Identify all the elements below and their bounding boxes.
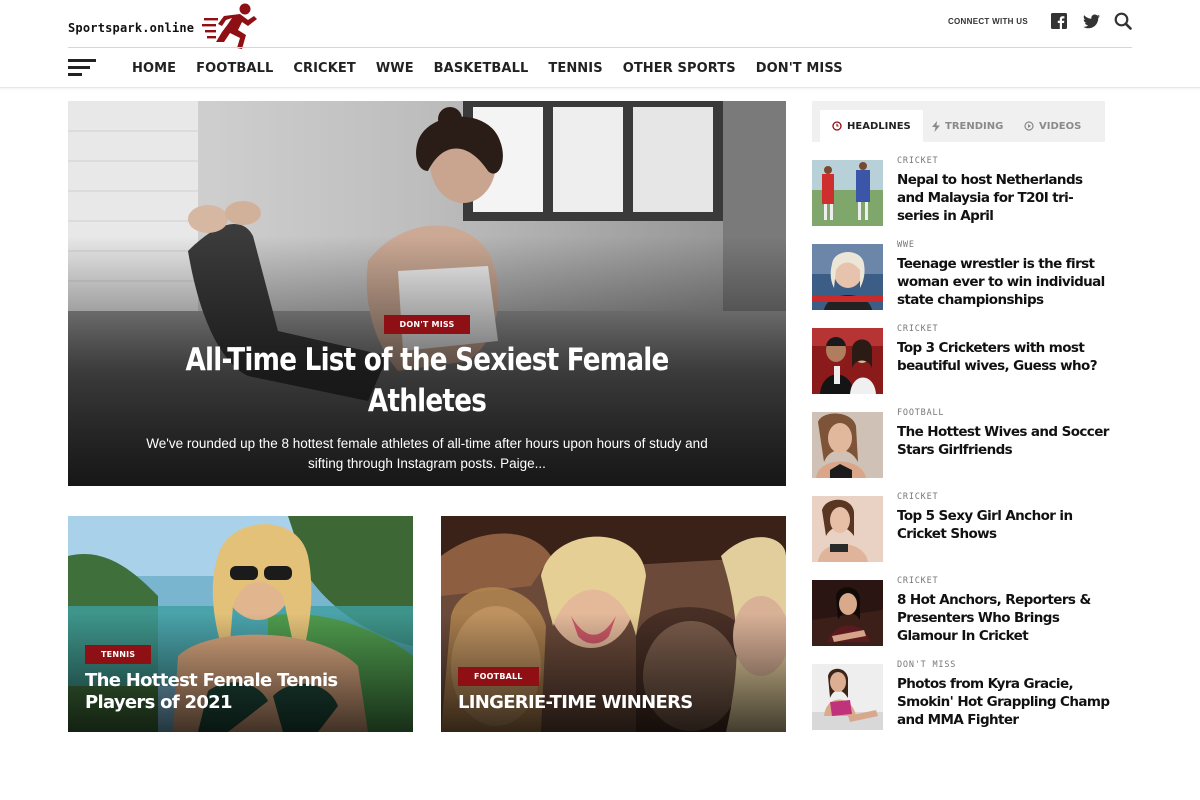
list-item-thumbnail: [812, 496, 883, 562]
list-item-title[interactable]: Top 5 Sexy Girl Anchor in Cricket Shows: [897, 507, 1112, 543]
list-item-text: DON'T MISS Photos from Kyra Gracie, Smok…: [897, 659, 1112, 729]
featured-category-badge[interactable]: DON'T MISS: [383, 315, 471, 334]
nav-item-dont-miss[interactable]: DON'T MISS: [746, 61, 853, 76]
list-item-text: CRICKET 8 Hot Anchors, Reporters & Prese…: [897, 575, 1112, 645]
story-card-title[interactable]: LINGERIE-TIME WINNERS: [458, 692, 769, 714]
facebook-icon[interactable]: [1050, 12, 1068, 30]
list-item-category: WWE: [897, 240, 915, 250]
list-item-category: DON'T MISS: [897, 660, 957, 670]
list-item[interactable]: DON'T MISS Photos from Kyra Gracie, Smok…: [812, 659, 1112, 733]
twitter-icon[interactable]: [1082, 12, 1100, 30]
site-logo[interactable]: Sportspark.online: [68, 3, 257, 52]
featured-story[interactable]: DON'T MISS All-Time List of the Sexiest …: [68, 101, 786, 486]
list-item-text: FOOTBALL The Hottest Wives and Soccer St…: [897, 407, 1112, 459]
hamburger-menu-icon[interactable]: [68, 59, 96, 77]
list-item-thumbnail: [812, 160, 883, 226]
list-item-thumbnail: [812, 412, 883, 478]
tab-label: VIDEOS: [1039, 120, 1082, 132]
tab-headlines[interactable]: HEADLINES: [820, 110, 923, 142]
list-item-title[interactable]: Top 3 Cricketers with most beautiful wiv…: [897, 339, 1112, 375]
main-nav: HOME FOOTBALL CRICKET WWE BASKETBALL TEN…: [0, 48, 1200, 88]
story-card-tennis[interactable]: TENNIS The Hottest Female Tennis Players…: [68, 516, 413, 732]
list-item[interactable]: CRICKET Nepal to host Netherlands and Ma…: [812, 155, 1112, 229]
list-item-title[interactable]: Nepal to host Netherlands and Malaysia f…: [897, 171, 1112, 225]
list-item-text: CRICKET Top 5 Sexy Girl Anchor in Cricke…: [897, 491, 1112, 543]
featured-story-content: DON'T MISS All-Time List of the Sexiest …: [68, 314, 786, 474]
sidebar-tabs: HEADLINES TRENDING VIDEOS: [812, 101, 1105, 142]
bolt-icon: [932, 120, 940, 132]
nav-item-football[interactable]: FOOTBALL: [186, 61, 283, 76]
story-card-category-badge[interactable]: TENNIS: [85, 645, 152, 664]
nav-item-home[interactable]: HOME: [122, 61, 186, 76]
list-item[interactable]: CRICKET Top 5 Sexy Girl Anchor in Cricke…: [812, 491, 1112, 565]
list-item-text: CRICKET Top 3 Cricketers with most beaut…: [897, 323, 1112, 375]
nav-item-cricket[interactable]: CRICKET: [283, 61, 365, 76]
list-item-thumbnail: [812, 580, 883, 646]
header-social: CONNECT WITH US: [948, 12, 1132, 30]
story-card-category-badge[interactable]: FOOTBALL: [458, 667, 539, 686]
site-header: Sportspark.online CONNECT WITH US: [0, 0, 1200, 49]
list-item-thumbnail: [812, 244, 883, 310]
featured-story-excerpt: We've rounded up the 8 hottest female at…: [146, 436, 708, 471]
tab-trending[interactable]: TRENDING: [920, 110, 1015, 142]
site-name: Sportspark.online: [68, 21, 195, 35]
story-card-title[interactable]: The Hottest Female Tennis Players of 202…: [85, 670, 396, 714]
story-card-football[interactable]: FOOTBALL LINGERIE-TIME WINNERS: [441, 516, 786, 732]
list-item-category: FOOTBALL: [897, 408, 945, 418]
list-item-text: WWE Teenage wrestler is the first woman …: [897, 239, 1112, 309]
list-item-title[interactable]: Photos from Kyra Gracie, Smokin' Hot Gra…: [897, 675, 1112, 729]
play-icon: [1024, 121, 1034, 131]
list-item[interactable]: CRICKET 8 Hot Anchors, Reporters & Prese…: [812, 575, 1112, 649]
list-item[interactable]: FOOTBALL The Hottest Wives and Soccer St…: [812, 407, 1112, 481]
list-item-title[interactable]: Teenage wrestler is the first woman ever…: [897, 255, 1112, 309]
list-item-title[interactable]: The Hottest Wives and Soccer Stars Girlf…: [897, 423, 1112, 459]
list-item[interactable]: CRICKET Top 3 Cricketers with most beaut…: [812, 323, 1112, 397]
tab-videos[interactable]: VIDEOS: [1012, 110, 1093, 142]
runner-logo-icon: [202, 3, 257, 49]
featured-story-title[interactable]: All-Time List of the Sexiest Female Athl…: [146, 340, 708, 422]
list-item-category: CRICKET: [897, 576, 939, 586]
list-item[interactable]: WWE Teenage wrestler is the first woman …: [812, 239, 1112, 313]
search-icon[interactable]: [1114, 12, 1132, 30]
story-card-content: TENNIS The Hottest Female Tennis Players…: [85, 644, 396, 714]
nav-items: HOME FOOTBALL CRICKET WWE BASKETBALL TEN…: [122, 48, 853, 88]
list-item-category: CRICKET: [897, 156, 939, 166]
nav-item-basketball[interactable]: BASKETBALL: [424, 61, 539, 76]
story-card-content: FOOTBALL LINGERIE-TIME WINNERS: [458, 666, 769, 714]
nav-item-tennis[interactable]: TENNIS: [538, 61, 612, 76]
list-item-thumbnail: [812, 664, 883, 730]
list-item-text: CRICKET Nepal to host Netherlands and Ma…: [897, 155, 1112, 225]
tab-label: HEADLINES: [847, 120, 911, 132]
tab-label: TRENDING: [945, 120, 1004, 132]
clock-icon: [832, 121, 842, 131]
nav-item-other-sports[interactable]: OTHER SPORTS: [613, 61, 746, 76]
list-item-title[interactable]: 8 Hot Anchors, Reporters & Presenters Wh…: [897, 591, 1112, 645]
list-item-category: CRICKET: [897, 324, 939, 334]
nav-item-wwe[interactable]: WWE: [366, 61, 424, 76]
connect-label: CONNECT WITH US: [947, 16, 1028, 26]
list-item-thumbnail: [812, 328, 883, 394]
list-item-category: CRICKET: [897, 492, 939, 502]
